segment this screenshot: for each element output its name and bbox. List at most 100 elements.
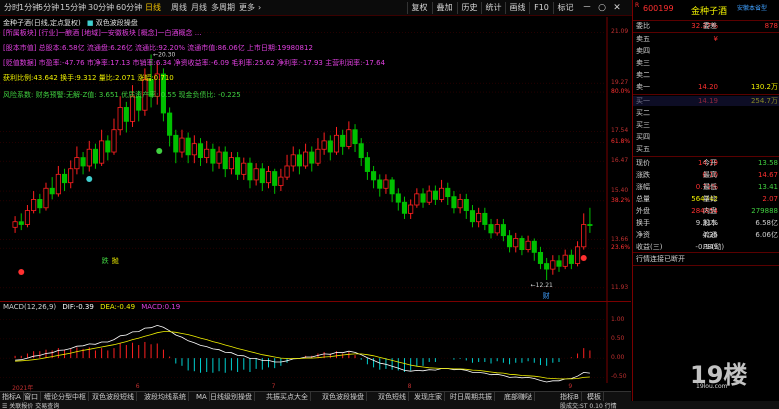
candle-body-3 (31, 199, 37, 211)
chart-title-text: 金种子酒(日线,定点复权) (3, 19, 81, 27)
period-tab-3[interactable]: 15分钟 (60, 2, 86, 14)
stock-tag[interactable]: 安徽本省型 (737, 3, 767, 12)
stat-value-2: 13.58 (757, 159, 778, 167)
stat-label-2: 股本 (703, 219, 717, 227)
sell_rows-row-3[interactable]: 卖二 (633, 70, 779, 80)
buy_rows-row-4[interactable]: 买五 (633, 144, 779, 154)
period-tab-10[interactable]: 更多 (239, 2, 255, 14)
candle-body-46 (296, 154, 302, 167)
stat-label: 涨跌 (636, 171, 650, 179)
toolbar-button-4[interactable]: 画线 (505, 2, 529, 14)
macd-tick-0: 1.00 (611, 315, 625, 323)
stat-row-5: 换手 9.31% 股本 6.58亿 (633, 218, 779, 228)
sell_rows-row-2[interactable]: 卖三 (633, 58, 779, 68)
buy1-highlight (633, 96, 779, 106)
candle-body-9 (68, 168, 74, 184)
buy-badge: 跌 (102, 256, 109, 265)
toolbar-button-1[interactable]: 叠加 (432, 2, 456, 14)
candle-body-87 (550, 260, 556, 270)
period-tab-1[interactable]: 1分钟 (19, 2, 40, 14)
stat-label-2: 最高 (703, 171, 717, 179)
toolbar-button-6[interactable]: 标记 (553, 2, 577, 14)
candle-body-79 (500, 224, 506, 237)
status-right: 股成交:ST 0.10 行情 (560, 403, 617, 409)
toolbar-button-2[interactable]: 历史 (457, 2, 481, 14)
period-tab-9[interactable]: 多周期 (211, 2, 235, 14)
candle-body-37 (241, 162, 247, 175)
candle-body-13 (92, 148, 99, 164)
stat-label-2: 量比 (703, 195, 717, 203)
candle-body-75 (476, 212, 482, 223)
stat-value-2: 14.67 (757, 171, 778, 179)
buy_rows-label: 买三 (636, 121, 650, 129)
sell_rows-label: 卖三 (636, 59, 650, 67)
dea-value: -0.49 (116, 303, 136, 311)
indicator-name: 双色波段操盘 (95, 19, 138, 27)
candle-body-10 (74, 157, 80, 170)
candle-body-12 (86, 148, 92, 167)
stat-label: 涨幅 (636, 183, 650, 191)
candle-body-58 (371, 171, 377, 181)
connection-status: 行情连接已断开 (636, 255, 685, 263)
buy_rows-row-2[interactable]: 买三 (633, 120, 779, 130)
candle-body-14 (99, 140, 105, 164)
period-tab-0[interactable]: 分时 (4, 2, 20, 14)
macd-subchart[interactable]: MACD(12,26,9) DIF:-0.39 DEA:-0.49 MACD:0… (0, 301, 631, 385)
candle-body-34 (222, 151, 228, 170)
stock-name: 金种子酒 (691, 7, 728, 17)
candle-body-36 (235, 157, 241, 175)
toolbar-button-3[interactable]: 统计 (481, 2, 505, 14)
buy_rows-row-3[interactable]: 买四 (633, 132, 779, 142)
stat-row-1: 涨跌 0.10 最高 14.67 (633, 170, 779, 180)
divider (633, 94, 779, 95)
price-tick-4: 61.8% (611, 138, 631, 146)
candle-body-65 (414, 193, 420, 206)
buy_rows-row-1[interactable]: 买二 (633, 108, 779, 118)
toolbar-button-5[interactable]: F10 (529, 2, 553, 14)
candle-body-45 (290, 154, 296, 167)
close-icon[interactable]: ✕ (611, 2, 623, 14)
candle-body-42 (272, 171, 278, 186)
stat-label: 总量 (636, 195, 650, 203)
candle-body-1 (18, 221, 24, 225)
r-tag: R (635, 2, 640, 9)
divider (633, 252, 779, 253)
stat-label-2: 流通 (703, 231, 717, 239)
stat-value-2: 279888 (751, 207, 778, 215)
period-tab-4[interactable]: 30分钟 (88, 2, 114, 14)
sell_rows-row-0[interactable]: 卖五 ¥ (633, 34, 779, 44)
period-tab-2[interactable]: 5分钟 (38, 2, 59, 14)
candle-body-60 (383, 179, 389, 189)
dea-prefix: DEA: (100, 303, 117, 311)
candle-body-18 (123, 107, 129, 122)
candle-body-16 (111, 129, 117, 153)
period-tab-6[interactable]: 日线 (145, 2, 161, 14)
candle-body-76 (482, 212, 488, 225)
candle-body-27 (179, 137, 185, 153)
stat-row-2: 涨幅 0.71% 最低 13.41 (633, 182, 779, 192)
candle-body-66 (420, 193, 426, 203)
candle-body-91 (574, 246, 581, 264)
sell_rows-label: 卖五 (636, 35, 650, 43)
toolbar-button-0[interactable]: 复权 (407, 2, 431, 14)
stat-label-2: 最低 (703, 183, 717, 191)
sell_rows-row-4[interactable]: 卖一 14.20 130.2万 (633, 82, 779, 92)
period-tab-5[interactable]: 60分钟 (116, 2, 142, 14)
sell_rows-label: 卖二 (636, 71, 650, 79)
restore-icon[interactable]: ○ (596, 2, 608, 14)
main-kline-chart[interactable]: ←20.30 ←12.21 跌抛财 金种子酒(日线,定点复权) ■ 双色波段操盘 [… (0, 17, 631, 301)
minimize-icon[interactable]: － (581, 2, 593, 14)
period-tab-8[interactable]: 月线 (191, 2, 207, 14)
stat-value-2: 2.07 (762, 195, 778, 203)
price-tick-9: 23.6% (611, 244, 631, 252)
sell_rows-price: 14.20 (697, 83, 718, 91)
candle-body-82 (519, 238, 525, 251)
candle-body-2 (24, 210, 31, 225)
period-tab-7[interactable]: 周线 (171, 2, 187, 14)
chart-title: 金种子酒(日线,定点复权) ■ 双色波段操盘 (3, 18, 138, 28)
macd-canvas[interactable] (0, 302, 631, 385)
candle-body-77 (488, 224, 494, 234)
info-line-4: 风险系数: 财务预警:无解-Z值: 3.651 优质资产率: 0.55 现金负债… (3, 91, 241, 99)
more-arrow-icon[interactable]: › (258, 2, 261, 14)
sell_rows-row-1[interactable]: 卖四 (633, 46, 779, 56)
